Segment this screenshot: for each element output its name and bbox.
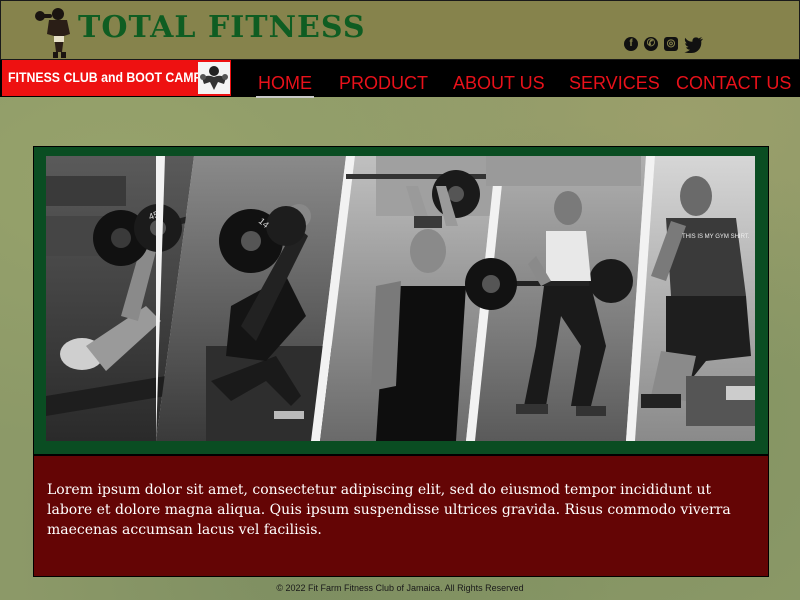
facebook-icon[interactable]: f bbox=[624, 37, 638, 51]
badge-label: FITNESS CLUB and BOOT CAMP bbox=[8, 69, 202, 85]
nav-contact-us[interactable]: CONTACT US bbox=[676, 73, 791, 94]
social-links: f ✆ ◎ bbox=[624, 37, 704, 53]
bodybuilder-logo bbox=[35, 8, 70, 58]
nav-services[interactable]: SERVICES bbox=[569, 73, 660, 94]
twitter-icon[interactable] bbox=[684, 37, 704, 53]
leg-press-photo bbox=[635, 156, 755, 441]
club-badge: FITNESS CLUB and BOOT CAMP bbox=[2, 60, 231, 96]
nav-about-us[interactable]: ABOUT US bbox=[453, 73, 545, 94]
nav-home[interactable]: HOME bbox=[256, 73, 314, 98]
hero-collage: 45 14 THIS IS MY GYM SHIRT. bbox=[46, 156, 755, 441]
intro-paragraph: Lorem ipsum dolor sit amet, consectetur … bbox=[47, 482, 731, 538]
whatsapp-icon[interactable]: ✆ bbox=[644, 37, 658, 51]
instagram-icon[interactable]: ◎ bbox=[664, 37, 678, 51]
brand-title: TOTAL FITNESS bbox=[78, 10, 366, 45]
footer-copyright: © 2022 Fit Farm Fitness Club of Jamaica.… bbox=[276, 583, 524, 593]
nav-product[interactable]: PRODUCT bbox=[339, 73, 428, 94]
shirt-text: THIS IS MY GYM SHIRT. bbox=[682, 234, 750, 240]
content-box: Lorem ipsum dolor sit amet, consectetur … bbox=[33, 455, 769, 577]
svg-text:THIS IS MY GYM SHIRT.: THIS IS MY GYM SHIRT. bbox=[682, 234, 750, 240]
bodybuilder-icon bbox=[198, 62, 230, 94]
